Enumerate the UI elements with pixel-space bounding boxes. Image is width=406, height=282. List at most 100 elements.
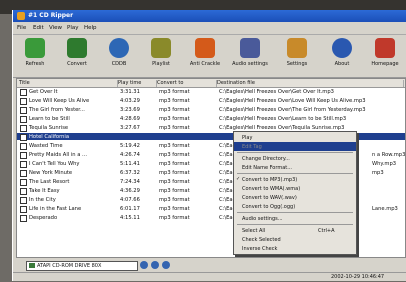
menu-file[interactable]: File bbox=[17, 25, 26, 31]
menu-separator bbox=[237, 152, 353, 153]
track-time: 4:28.69 bbox=[120, 115, 140, 122]
menu-item-convert-mp3[interactable]: ✓ Convert to MP3(.mp3) bbox=[234, 175, 356, 184]
cd-drive-icon bbox=[29, 263, 35, 268]
menu-item-change-directory[interactable]: Change Directory... bbox=[234, 154, 356, 163]
about-icon bbox=[332, 38, 352, 58]
menu-item-play[interactable]: Play bbox=[234, 133, 356, 142]
settings-button[interactable]: Settings bbox=[277, 38, 317, 76]
track-format: mp3 format bbox=[159, 160, 190, 167]
anti-crackle-label: Anti Crackle bbox=[189, 61, 221, 67]
column-convert-to[interactable]: Convert to bbox=[157, 80, 217, 87]
menu-help[interactable]: Help bbox=[84, 25, 97, 31]
track-format: mp3 format bbox=[159, 106, 190, 113]
about-button[interactable]: About bbox=[322, 38, 362, 76]
drive-bar: ATAPI CD-ROM DRIVE 80X bbox=[16, 260, 404, 271]
menu-item-label: Play bbox=[242, 134, 253, 141]
table-row[interactable]: Get Over It 3:31.31 mp3 format C:\Eagles… bbox=[17, 88, 405, 96]
track-checkbox[interactable] bbox=[20, 134, 27, 141]
track-time: 4:15.11 bbox=[120, 214, 140, 221]
table-row[interactable]: Love Will Keep Us Alive 4:03.29 mp3 form… bbox=[17, 97, 405, 105]
cddb-button[interactable]: CDDB bbox=[99, 38, 139, 76]
track-checkbox[interactable] bbox=[20, 143, 27, 150]
check-icon: ✓ bbox=[236, 176, 241, 182]
menu-item-label: Change Directory... bbox=[242, 155, 290, 162]
menu-bar: File Edit View Play Help bbox=[13, 23, 406, 33]
menu-item-edit-tag[interactable]: Edit Tag bbox=[234, 142, 356, 151]
track-checkbox[interactable] bbox=[20, 206, 27, 213]
table-header: Title Play time Convert to Destination f… bbox=[17, 79, 405, 88]
convert-button[interactable]: Convert bbox=[57, 38, 97, 76]
menu-item-label: Audio settings... bbox=[242, 215, 283, 222]
column-play-time[interactable]: Play time bbox=[118, 80, 157, 87]
track-time: 4:36.29 bbox=[120, 187, 140, 194]
menu-item-convert-ogg[interactable]: Convert to Ogg(.ogg) bbox=[234, 202, 356, 211]
refresh-button[interactable]: Refresh bbox=[15, 38, 55, 76]
track-title: Get Over It bbox=[29, 88, 58, 95]
menu-edit[interactable]: Edit bbox=[33, 25, 44, 31]
track-checkbox[interactable] bbox=[20, 197, 27, 204]
app-icon bbox=[17, 12, 25, 20]
track-checkbox[interactable] bbox=[20, 152, 27, 159]
track-checkbox[interactable] bbox=[20, 125, 27, 132]
track-format: mp3 format bbox=[159, 97, 190, 104]
title-bar: #1 CD Ripper bbox=[13, 10, 406, 22]
track-title: Life in the Fast Lane bbox=[29, 205, 82, 212]
menu-item-convert-wma[interactable]: Convert to WMA(.wma) bbox=[234, 184, 356, 193]
menu-item-audio-settings[interactable]: Audio settings... bbox=[234, 214, 356, 223]
track-title: The Last Resort bbox=[29, 178, 70, 185]
toolbar: Refresh Convert CDDB Playlist Anti Crack… bbox=[13, 34, 406, 78]
menu-item-edit-name-format[interactable]: Edit Name Format... bbox=[234, 163, 356, 172]
menu-item-check-selected[interactable]: Check Selected bbox=[234, 235, 356, 244]
track-checkbox[interactable] bbox=[20, 116, 27, 123]
play-icon[interactable] bbox=[140, 261, 148, 269]
drive-select[interactable]: ATAPI CD-ROM DRIVE 80X bbox=[26, 261, 138, 271]
table-row[interactable]: The Girl from Yester... 3:23.69 mp3 form… bbox=[17, 106, 405, 114]
menu-item-inverse-check[interactable]: Inverse Check bbox=[234, 244, 356, 253]
track-checkbox[interactable] bbox=[20, 188, 27, 195]
eject-icon[interactable] bbox=[162, 261, 170, 269]
track-dest: C:\Eagles\Hell Freezes Over\Learn to be … bbox=[219, 115, 347, 122]
track-checkbox[interactable] bbox=[20, 107, 27, 114]
track-time: 7:24.34 bbox=[120, 178, 140, 185]
menu-view[interactable]: View bbox=[49, 25, 62, 31]
column-title[interactable]: Title bbox=[19, 80, 118, 87]
track-format: mp3 format bbox=[159, 115, 190, 122]
menu-item-convert-wav[interactable]: Convert to WAV(.wav) bbox=[234, 193, 356, 202]
anti-crackle-button[interactable]: Anti Crackle bbox=[185, 38, 225, 76]
table-row[interactable]: Learn to be Still 4:28.69 mp3 format C:\… bbox=[17, 115, 405, 123]
track-dest: C:\Eagles\Hell Freezes Over\Love Will Ke… bbox=[219, 97, 366, 104]
track-dest: C:\Eagles\Hell Freezes Over\Tequila Sunr… bbox=[219, 124, 345, 131]
track-format: mp3 format bbox=[159, 214, 190, 221]
track-title: Take It Easy bbox=[29, 187, 60, 194]
track-title: Hotel California bbox=[29, 133, 70, 140]
column-destination[interactable]: Destination file bbox=[217, 80, 404, 87]
track-format: mp3 format bbox=[159, 187, 190, 194]
playlist-icon bbox=[151, 38, 171, 58]
track-checkbox[interactable] bbox=[20, 170, 27, 177]
menu-item-label: Convert to WAV(.wav) bbox=[242, 194, 297, 201]
status-timestamp: 2002-10-29 10:46:47 bbox=[331, 274, 385, 280]
track-time: 5:11.41 bbox=[120, 160, 140, 167]
refresh-icon bbox=[25, 38, 45, 58]
menu-separator bbox=[237, 224, 353, 225]
menu-item-label: Edit Tag bbox=[242, 143, 262, 150]
track-dest: C:\Eagles\Hell Freezes Over\Get Over It.… bbox=[219, 88, 334, 95]
stop-icon[interactable] bbox=[151, 261, 159, 269]
track-checkbox[interactable] bbox=[20, 179, 27, 186]
homepage-button[interactable]: Homepage bbox=[365, 38, 405, 76]
track-format: mp3 format bbox=[159, 196, 190, 203]
audio-settings-button[interactable]: Audio settings bbox=[230, 38, 270, 76]
playlist-button[interactable]: Playlist bbox=[141, 38, 181, 76]
track-time: 6:37.32 bbox=[120, 169, 140, 176]
menu-item-select-all[interactable]: Select All Ctrl+A bbox=[234, 226, 356, 235]
table-row[interactable]: Tequila Sunrise 3:27.67 mp3 format C:\Ea… bbox=[17, 124, 405, 132]
track-format: mp3 format bbox=[159, 142, 190, 149]
menu-play[interactable]: Play bbox=[67, 25, 78, 31]
track-title: Love Will Keep Us Alive bbox=[29, 97, 90, 104]
track-time: 4:07.66 bbox=[120, 196, 140, 203]
track-checkbox[interactable] bbox=[20, 89, 27, 96]
track-checkbox[interactable] bbox=[20, 98, 27, 105]
track-checkbox[interactable] bbox=[20, 161, 27, 168]
track-checkbox[interactable] bbox=[20, 215, 27, 222]
settings-icon bbox=[287, 38, 307, 58]
